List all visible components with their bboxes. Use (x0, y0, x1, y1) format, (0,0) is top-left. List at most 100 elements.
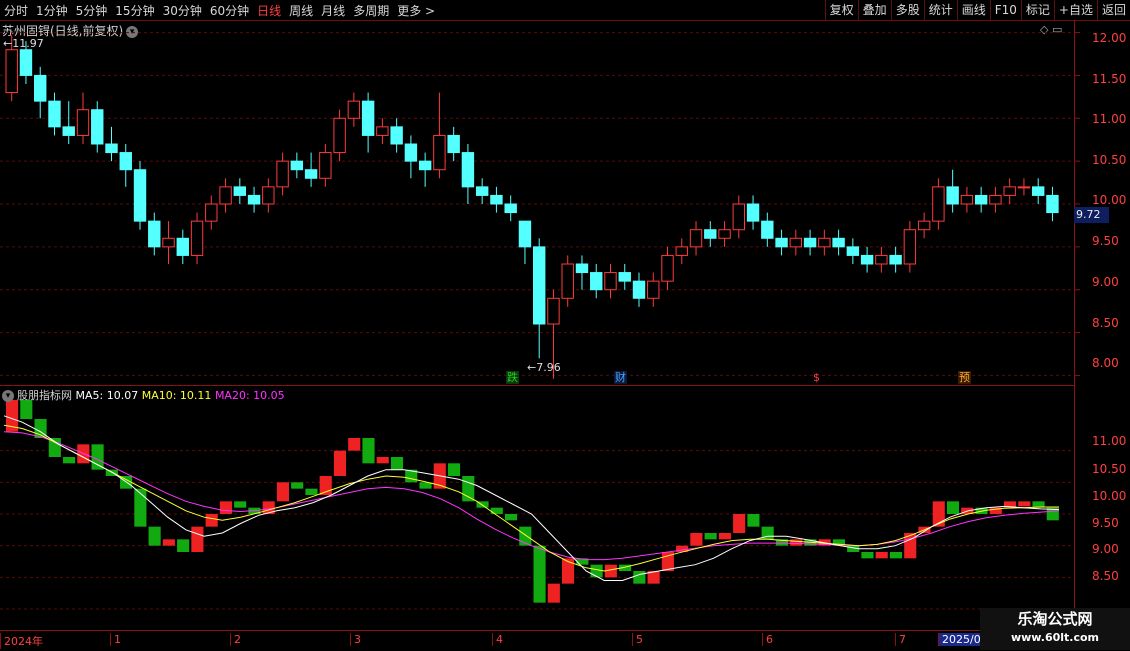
candle-body (989, 194, 1002, 205)
candle-body (333, 117, 346, 154)
indicator-block (48, 438, 61, 457)
candle-body (376, 126, 389, 136)
indicator-block (234, 501, 247, 508)
indicator-block (861, 552, 874, 559)
low-marker: ←7.96 (527, 361, 561, 374)
price-tick: 10.00 (1092, 193, 1127, 207)
time-tick: 6 (762, 633, 773, 646)
candle-body (917, 220, 931, 231)
price-tick: 8.00 (1092, 356, 1119, 370)
candle-body (361, 100, 375, 136)
event-tag-finance[interactable]: 财 (614, 371, 627, 384)
indicator-block (276, 482, 289, 502)
candle-body (946, 186, 959, 205)
candle-body (233, 186, 247, 196)
candle-body (19, 49, 33, 76)
candle-body (632, 280, 646, 299)
candle-body (746, 203, 760, 222)
indicator-block (390, 457, 404, 470)
candle-body (133, 169, 147, 222)
price-tick: 11.00 (1092, 112, 1127, 126)
candle-body (490, 194, 503, 205)
indicator-block (504, 514, 518, 521)
indicator-block (533, 545, 546, 603)
candle-body (903, 229, 917, 265)
candle-body (304, 169, 318, 179)
candle-body (604, 272, 617, 291)
price-tick: 8.50 (1092, 316, 1119, 330)
indicator-block (162, 539, 175, 546)
candle-body (504, 203, 517, 214)
candle-body (932, 186, 945, 222)
time-tick: 2 (230, 633, 241, 646)
indicator-block (547, 583, 560, 603)
high-label: 11.97 (12, 37, 44, 50)
candle-body (1017, 186, 1031, 189)
indicator-block (946, 501, 960, 514)
candle-body (475, 186, 489, 196)
candle-body (290, 160, 304, 171)
price-tick: 12.00 (1092, 31, 1127, 45)
candle-body (818, 237, 831, 248)
candle-body (875, 254, 888, 265)
indicator-block (633, 571, 646, 584)
indicator-block (790, 539, 803, 546)
watermark-title: 乐淘公式网 (1017, 610, 1093, 628)
candle-body (547, 297, 560, 325)
candle-body (148, 220, 161, 248)
indicator-block (291, 482, 304, 489)
event-tag-forecast[interactable]: 预 (958, 371, 971, 384)
candle-body (1031, 186, 1045, 196)
indicator-block (733, 514, 746, 533)
indicator-block (219, 501, 232, 514)
time-tick: 2024年 (0, 633, 43, 649)
candle-body (76, 109, 90, 136)
candle-body (689, 229, 703, 248)
indicator-block (205, 514, 218, 527)
time-tick: 3 (350, 633, 361, 646)
indicator-block (376, 457, 389, 464)
candle-body (1046, 194, 1059, 214)
time-cursor-label: 2025/0 (938, 633, 981, 646)
time-axis: 2024年 1 2 3 4 5 6 7 2025/0 (0, 630, 1074, 651)
panel-divider (0, 385, 1074, 386)
indicator-block (690, 533, 703, 546)
indicator-tick: 10.00 (1092, 489, 1127, 503)
event-tag-dividend[interactable]: $ (812, 371, 821, 384)
candle-body (590, 272, 603, 291)
price-tick: 9.50 (1092, 234, 1119, 248)
indicator-block (447, 463, 461, 476)
event-tag-drop[interactable]: 跌 (506, 371, 519, 384)
indicator-tick: 10.50 (1092, 462, 1127, 476)
indicator-block (134, 488, 147, 527)
candle-body (461, 152, 475, 188)
candle-body (661, 254, 674, 282)
indicator-block (562, 558, 575, 584)
time-tick: 5 (632, 633, 643, 646)
candle-body (618, 272, 631, 282)
ma10-value: MA10: 10.11 (141, 389, 212, 402)
candle-body (960, 194, 974, 205)
indicator-block (747, 514, 760, 527)
candle-body (219, 186, 232, 205)
high-marker: ←11.97 (3, 37, 44, 50)
kline-chart[interactable] (0, 0, 1130, 650)
candle-body (775, 237, 788, 248)
indicator-block (704, 533, 717, 540)
candle-body (704, 229, 717, 239)
candle-body (319, 152, 332, 179)
indicator-block (177, 539, 190, 552)
indicator-block (63, 457, 76, 464)
chevron-down-icon[interactable]: ▾ (2, 390, 14, 402)
candle-body (447, 134, 460, 154)
candle-body (119, 152, 132, 171)
price-tick: 9.00 (1092, 275, 1119, 289)
candle-body (262, 186, 275, 205)
candle-body (276, 160, 289, 188)
indicator-block (305, 488, 318, 495)
candle-body (205, 203, 218, 222)
candle-body (105, 143, 118, 154)
low-label: 7.96 (536, 361, 561, 374)
candle-body (561, 263, 574, 299)
candle-body (62, 126, 75, 136)
